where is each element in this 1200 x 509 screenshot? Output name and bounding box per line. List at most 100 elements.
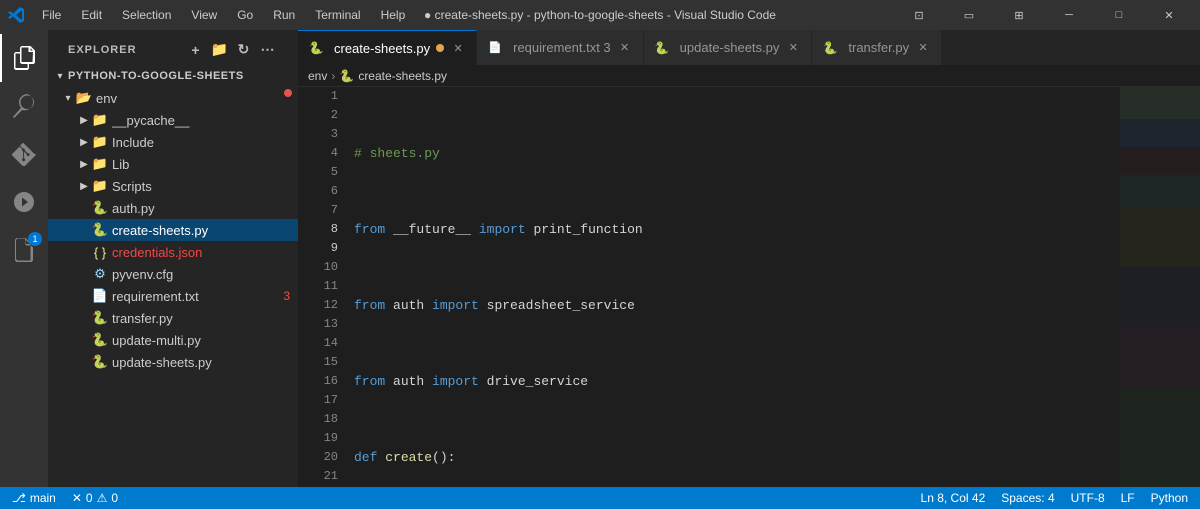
new-file-icon[interactable]: + bbox=[186, 40, 206, 60]
indentation-status[interactable]: Spaces: 4 bbox=[997, 491, 1058, 505]
folder-icon: 📁 bbox=[92, 112, 108, 128]
line-num-20: 20 bbox=[298, 448, 338, 467]
sidebar-item-env[interactable]: ▾ 📂 env bbox=[48, 87, 298, 109]
menu-selection[interactable]: Selection bbox=[114, 6, 179, 24]
activitybar-run[interactable] bbox=[0, 178, 48, 226]
minimap-content bbox=[1120, 87, 1200, 487]
code-content[interactable]: # sheets.py from __future__ import print… bbox=[346, 87, 1120, 487]
sidebar-item-label: __pycache__ bbox=[112, 113, 298, 128]
line-num-4: 4 bbox=[298, 144, 338, 163]
new-folder-icon[interactable]: 📁 bbox=[210, 40, 230, 60]
sidebar-item-include[interactable]: ▶ 📁 Include bbox=[48, 131, 298, 153]
indentation: Spaces: 4 bbox=[1001, 491, 1054, 505]
line-num-16: 16 bbox=[298, 372, 338, 391]
tab-close-button[interactable]: ✕ bbox=[785, 40, 801, 56]
line-num-17: 17 bbox=[298, 391, 338, 410]
chevron-right-icon: ▶ bbox=[76, 156, 92, 172]
menu-help[interactable]: Help bbox=[373, 6, 414, 24]
sidebar-item-credentials-json[interactable]: ▶ { } credentials.json bbox=[48, 241, 298, 263]
chevron-right-icon: ▶ bbox=[76, 134, 92, 150]
line-ending-status[interactable]: LF bbox=[1117, 491, 1139, 505]
sidebar-item-label: Lib bbox=[112, 157, 298, 172]
split-editor-icon[interactable]: ▭ bbox=[946, 0, 992, 30]
sidebar-item-update-multi-py[interactable]: ▶ 🐍 update-multi.py bbox=[48, 329, 298, 351]
encoding-status[interactable]: UTF-8 bbox=[1067, 491, 1109, 505]
sidebar-item-create-sheets-py[interactable]: ▶ 🐍 create-sheets.py bbox=[48, 219, 298, 241]
tab-label: create-sheets.py bbox=[334, 41, 430, 56]
python-file-icon: 🐍 bbox=[92, 310, 108, 326]
sidebar-item-transfer-py[interactable]: ▶ 🐍 transfer.py bbox=[48, 307, 298, 329]
activitybar-extensions[interactable]: 1 bbox=[0, 226, 48, 274]
sidebar-header-icons: + 📁 ↻ ⋯ bbox=[186, 40, 278, 60]
menu-view[interactable]: View bbox=[183, 6, 225, 24]
sidebar-item-scripts[interactable]: ▶ 📁 Scripts bbox=[48, 175, 298, 197]
folder-icon: 📁 bbox=[92, 156, 108, 172]
activitybar-git[interactable] bbox=[0, 130, 48, 178]
breadcrumb-file[interactable]: 🐍 create-sheets.py bbox=[339, 69, 447, 83]
tab-update-sheets[interactable]: 🐍 update-sheets.py ✕ bbox=[644, 30, 813, 65]
maximize-button[interactable]: □ bbox=[1096, 0, 1142, 30]
tab-transfer[interactable]: 🐍 transfer.py ✕ bbox=[812, 30, 942, 65]
errors-status[interactable]: ✕ 0 ⚠ 0 bbox=[68, 491, 122, 505]
python-file-icon: 🐍 bbox=[92, 332, 108, 348]
collapse-all-icon[interactable]: ⋯ bbox=[258, 40, 278, 60]
code-token: def bbox=[354, 448, 377, 467]
code-token: auth bbox=[385, 372, 432, 391]
line-num-1: 1 bbox=[298, 87, 338, 106]
activitybar-search[interactable] bbox=[0, 82, 48, 130]
sidebar-project-root[interactable]: ▾ PYTHON-TO-GOOGLE-SHEETS bbox=[48, 65, 298, 87]
language-status[interactable]: Python bbox=[1147, 491, 1192, 505]
error-count: 0 bbox=[86, 491, 93, 505]
sidebar-item-label: pyvenv.cfg bbox=[112, 267, 298, 282]
tab-create-sheets[interactable]: 🐍 create-sheets.py ✕ bbox=[298, 30, 477, 65]
grid-layout-icon[interactable]: ⊞ bbox=[996, 0, 1042, 30]
branch-name: main bbox=[30, 491, 56, 505]
minimize-button[interactable]: ─ bbox=[1046, 0, 1092, 30]
tab-close-button[interactable]: ✕ bbox=[450, 40, 466, 56]
folder-icon: 📂 bbox=[76, 90, 92, 106]
refresh-icon[interactable]: ↻ bbox=[234, 40, 254, 60]
code-editor[interactable]: 1 2 3 4 5 6 7 8 9 10 11 12 13 14 15 16 1… bbox=[298, 87, 1200, 487]
close-button[interactable]: ✕ bbox=[1146, 0, 1192, 30]
breadcrumb-env[interactable]: env bbox=[308, 69, 327, 83]
line-num-19: 19 bbox=[298, 429, 338, 448]
minimap bbox=[1120, 87, 1200, 487]
sidebar-item-label: Include bbox=[112, 135, 298, 150]
sidebar-item-auth-py[interactable]: ▶ 🐍 auth.py bbox=[48, 197, 298, 219]
titlebar-title: ● create-sheets.py - python-to-google-sh… bbox=[424, 8, 776, 22]
chevron-right-icon: ▶ bbox=[76, 178, 92, 194]
code-line-4: from auth import drive_service bbox=[354, 372, 1120, 391]
encoding: UTF-8 bbox=[1071, 491, 1105, 505]
sidebar-item-lib[interactable]: ▶ 📁 Lib bbox=[48, 153, 298, 175]
code-line-1: # sheets.py bbox=[354, 144, 1120, 163]
main-area: 1 EXPLORER + 📁 ↻ ⋯ ▾ PYTHON-TO-GOOGLE-SH… bbox=[0, 30, 1200, 487]
code-token: from bbox=[354, 296, 385, 315]
code-token: import bbox=[432, 372, 479, 391]
menu-run[interactable]: Run bbox=[265, 6, 303, 24]
sidebar-item-label: auth.py bbox=[112, 201, 298, 216]
sidebar-item-pyvenv-cfg[interactable]: ▶ ⚙ pyvenv.cfg bbox=[48, 263, 298, 285]
menu-go[interactable]: Go bbox=[229, 6, 261, 24]
git-branch-icon: ⎇ bbox=[12, 491, 26, 505]
sidebar-header: EXPLORER + 📁 ↻ ⋯ bbox=[48, 30, 298, 65]
menu-file[interactable]: File bbox=[34, 6, 69, 24]
sidebar-item-requirement-txt[interactable]: ▶ 📄 requirement.txt 3 bbox=[48, 285, 298, 307]
code-token: create bbox=[385, 448, 432, 467]
statusbar: ⎇ main ✕ 0 ⚠ 0 Ln 8, Col 42 Spaces: 4 UT… bbox=[0, 487, 1200, 509]
layout-icon[interactable]: ⊡ bbox=[896, 0, 942, 30]
menu-terminal[interactable]: Terminal bbox=[307, 6, 368, 24]
activitybar-explorer[interactable] bbox=[0, 34, 48, 82]
tab-close-button[interactable]: ✕ bbox=[915, 40, 931, 56]
menu-edit[interactable]: Edit bbox=[73, 6, 110, 24]
code-token: __future__ bbox=[385, 220, 479, 239]
git-modified-dot bbox=[284, 89, 292, 97]
git-branch-status[interactable]: ⎇ main bbox=[8, 491, 60, 505]
tab-close-button[interactable]: ✕ bbox=[617, 40, 633, 56]
sidebar-item-update-sheets-py[interactable]: ▶ 🐍 update-sheets.py bbox=[48, 351, 298, 373]
git-badge: 3 bbox=[283, 289, 290, 303]
activitybar: 1 bbox=[0, 30, 48, 487]
cursor-position-status[interactable]: Ln 8, Col 42 bbox=[917, 491, 990, 505]
tab-requirement-txt[interactable]: 📄 requirement.txt 3 ✕ bbox=[477, 30, 644, 65]
sidebar-item-pycache[interactable]: ▶ 📁 __pycache__ bbox=[48, 109, 298, 131]
sidebar-item-label: Scripts bbox=[112, 179, 298, 194]
